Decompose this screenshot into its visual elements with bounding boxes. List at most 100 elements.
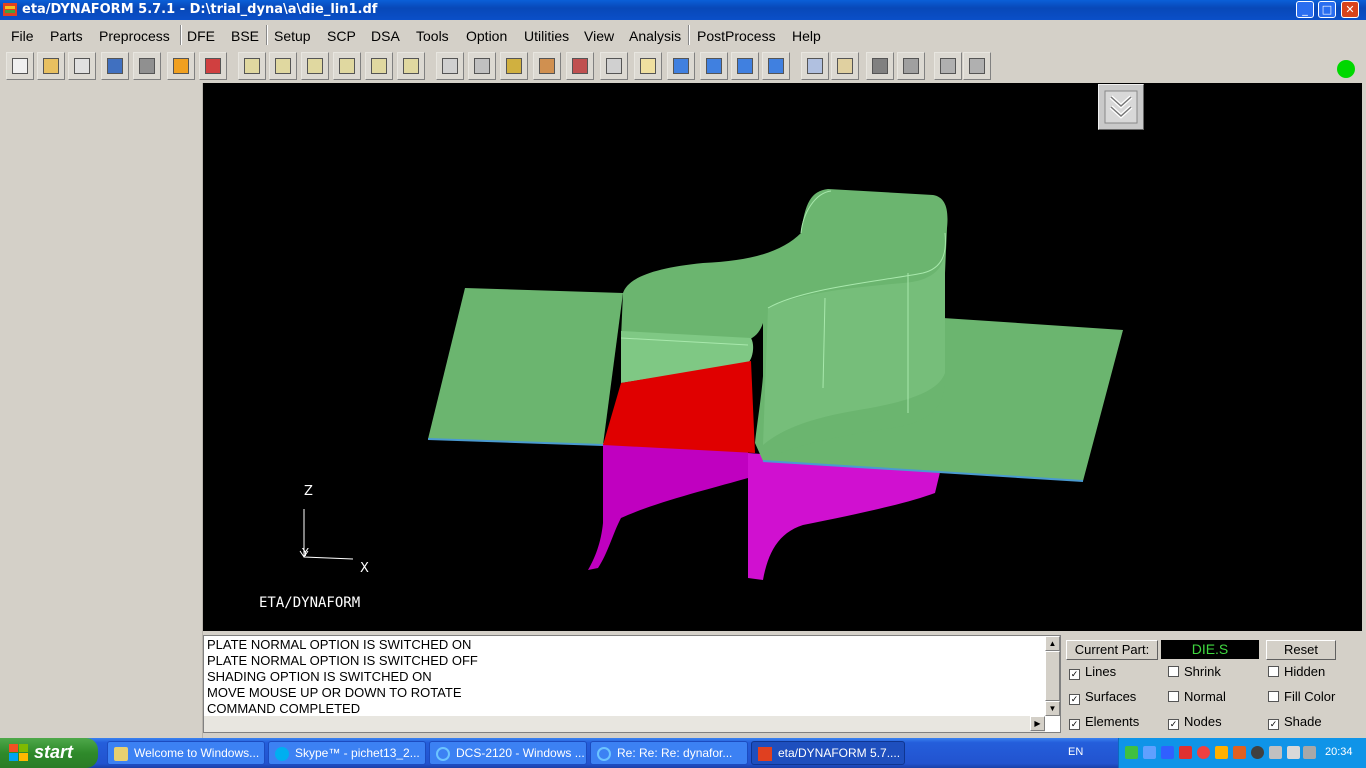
close-button[interactable]: ✕ — [1341, 1, 1359, 18]
checkbox-shade[interactable]: ✓ Shade — [1268, 714, 1322, 730]
checkbox-box[interactable]: ✓ — [1069, 719, 1080, 730]
tray-volume-icon[interactable] — [1303, 746, 1316, 759]
checkbox-elements[interactable]: ✓ Elements — [1069, 714, 1139, 730]
cube-shade-button[interactable] — [762, 52, 790, 80]
taskbar-item-skype[interactable]: Skype™ - pichet13_2... — [268, 741, 426, 765]
menu-utilities[interactable]: Utilities — [524, 28, 569, 44]
pan-button[interactable] — [468, 52, 496, 80]
menu-analysis[interactable]: Analysis — [629, 28, 681, 44]
menu-postprocess[interactable]: PostProcess — [697, 28, 776, 44]
cube-side-button[interactable] — [731, 52, 759, 80]
view-iso-button[interactable] — [238, 52, 266, 80]
current-part-button[interactable]: Current Part: — [1066, 640, 1158, 660]
taskbar-item-forum[interactable]: Re: Re: Re: dynafor... — [590, 741, 748, 765]
taskbar-item-dcs[interactable]: DCS-2120 - Windows ... — [429, 741, 587, 765]
view-top-button[interactable] — [301, 52, 329, 80]
checkbox-box[interactable] — [1268, 666, 1279, 677]
cut-button[interactable] — [199, 52, 227, 80]
cube-shade-icon — [768, 58, 784, 74]
cube-top-button[interactable] — [667, 52, 695, 80]
menu-dsa[interactable]: DSA — [371, 28, 400, 44]
checkbox-box[interactable]: ✓ — [1069, 669, 1080, 680]
menu-help[interactable]: Help — [792, 28, 821, 44]
open-folder-button[interactable] — [37, 52, 65, 80]
console-horizontal-scrollbar[interactable]: ▶ — [204, 716, 1045, 732]
scroll-right-arrow-icon[interactable]: ▶ — [1030, 716, 1045, 731]
cube-top-icon — [673, 58, 689, 74]
pen-button[interactable] — [866, 52, 894, 80]
menu-setup[interactable]: Setup — [274, 28, 311, 44]
taskbar-item-welcome[interactable]: Welcome to Windows... — [107, 741, 265, 765]
tray-monitor-icon[interactable] — [1287, 746, 1300, 759]
checkbox-shrink[interactable]: Shrink — [1168, 664, 1221, 679]
menu-tools[interactable]: Tools — [416, 28, 449, 44]
checkbox-surfaces[interactable]: ✓ Surfaces — [1069, 689, 1136, 705]
graphics-viewport[interactable]: Z Y X ETA/DYNAFORM — [203, 83, 1362, 631]
mesh-button[interactable] — [831, 52, 859, 80]
tray-app-icon[interactable] — [1215, 746, 1228, 759]
checkbox-normal[interactable]: Normal — [1168, 689, 1226, 704]
checkbox-box[interactable]: ✓ — [1168, 719, 1179, 730]
save-button[interactable] — [101, 52, 129, 80]
view-side-button[interactable] — [365, 52, 393, 80]
tray-device-icon[interactable] — [1269, 746, 1282, 759]
menu-scp[interactable]: SCP — [327, 28, 356, 44]
tray-security-icon[interactable] — [1179, 746, 1192, 759]
view-box-button[interactable] — [397, 52, 425, 80]
print-button[interactable] — [133, 52, 161, 80]
tray-media-icon[interactable] — [1251, 746, 1264, 759]
scroll-down-arrow-icon[interactable]: ▼ — [1045, 701, 1060, 716]
expand-panel-button[interactable] — [1098, 84, 1144, 130]
maximize-button[interactable]: □ — [1318, 1, 1336, 18]
language-indicator[interactable]: EN — [1068, 746, 1083, 758]
menu-parts[interactable]: Parts — [50, 28, 83, 44]
redo-button[interactable] — [963, 52, 991, 80]
zoom-window-button[interactable] — [533, 52, 561, 80]
scroll-up-arrow-icon[interactable]: ▲ — [1045, 636, 1060, 651]
tray-alert-icon[interactable] — [1197, 746, 1210, 759]
checkbox-box[interactable] — [1168, 691, 1179, 702]
title-bar[interactable]: eta/DYNAFORM 5.7.1 - D:\trial_dyna\a\die… — [0, 0, 1366, 20]
menu-preprocess[interactable]: Preprocess — [99, 28, 170, 44]
cube-front-button[interactable] — [700, 52, 728, 80]
message-console[interactable]: PLATE NORMAL OPTION IS SWITCHED ON PLATE… — [203, 635, 1061, 733]
console-vertical-scrollbar[interactable]: ▲ ▼ — [1045, 636, 1060, 716]
undo-button[interactable] — [934, 52, 962, 80]
zoom-button[interactable] — [500, 52, 528, 80]
curve-button[interactable] — [566, 52, 594, 80]
view-rotate-button[interactable] — [269, 52, 297, 80]
menu-dfe[interactable]: DFE — [187, 28, 215, 44]
checkbox-lines[interactable]: ✓ Lines — [1069, 664, 1116, 680]
checkbox-box[interactable]: ✓ — [1069, 694, 1080, 705]
rotate-sphere-button[interactable] — [436, 52, 464, 80]
part-layer-button[interactable] — [167, 52, 195, 80]
cube-button[interactable] — [634, 52, 662, 80]
checkbox-nodes[interactable]: ✓ Nodes — [1168, 714, 1222, 730]
taskbar-item-dynaform[interactable]: eta/DYNAFORM 5.7.... — [751, 741, 905, 765]
surface-button[interactable] — [801, 52, 829, 80]
menu-option[interactable]: Option — [466, 28, 507, 44]
brush-button[interactable] — [897, 52, 925, 80]
scroll-thumb[interactable] — [1045, 651, 1060, 701]
tray-bluetooth-icon[interactable] — [1161, 746, 1174, 759]
checkbox-fill-color[interactable]: Fill Color — [1268, 689, 1335, 704]
menu-bse[interactable]: BSE — [231, 28, 259, 44]
start-button[interactable]: start — [0, 738, 98, 768]
new-file-button[interactable] — [6, 52, 34, 80]
checkbox-hidden[interactable]: Hidden — [1268, 664, 1325, 679]
menu-file[interactable]: File — [11, 28, 34, 44]
tray-network-icon[interactable] — [1143, 746, 1156, 759]
display-options-panel: Current Part: DIE.S Reset ✓ Lines Shrink … — [1063, 635, 1363, 735]
reset-button[interactable]: Reset — [1266, 640, 1336, 660]
checkbox-box[interactable] — [1168, 666, 1179, 677]
grid-button[interactable] — [600, 52, 628, 80]
checkbox-box[interactable] — [1268, 691, 1279, 702]
copy-button[interactable] — [68, 52, 96, 80]
minimize-button[interactable]: _ — [1296, 1, 1314, 18]
menu-view[interactable]: View — [584, 28, 614, 44]
view-top-icon — [307, 58, 323, 74]
tray-update-icon[interactable] — [1233, 746, 1246, 759]
tray-shield-icon[interactable] — [1125, 746, 1138, 759]
view-front-button[interactable] — [333, 52, 361, 80]
checkbox-box[interactable]: ✓ — [1268, 719, 1279, 730]
